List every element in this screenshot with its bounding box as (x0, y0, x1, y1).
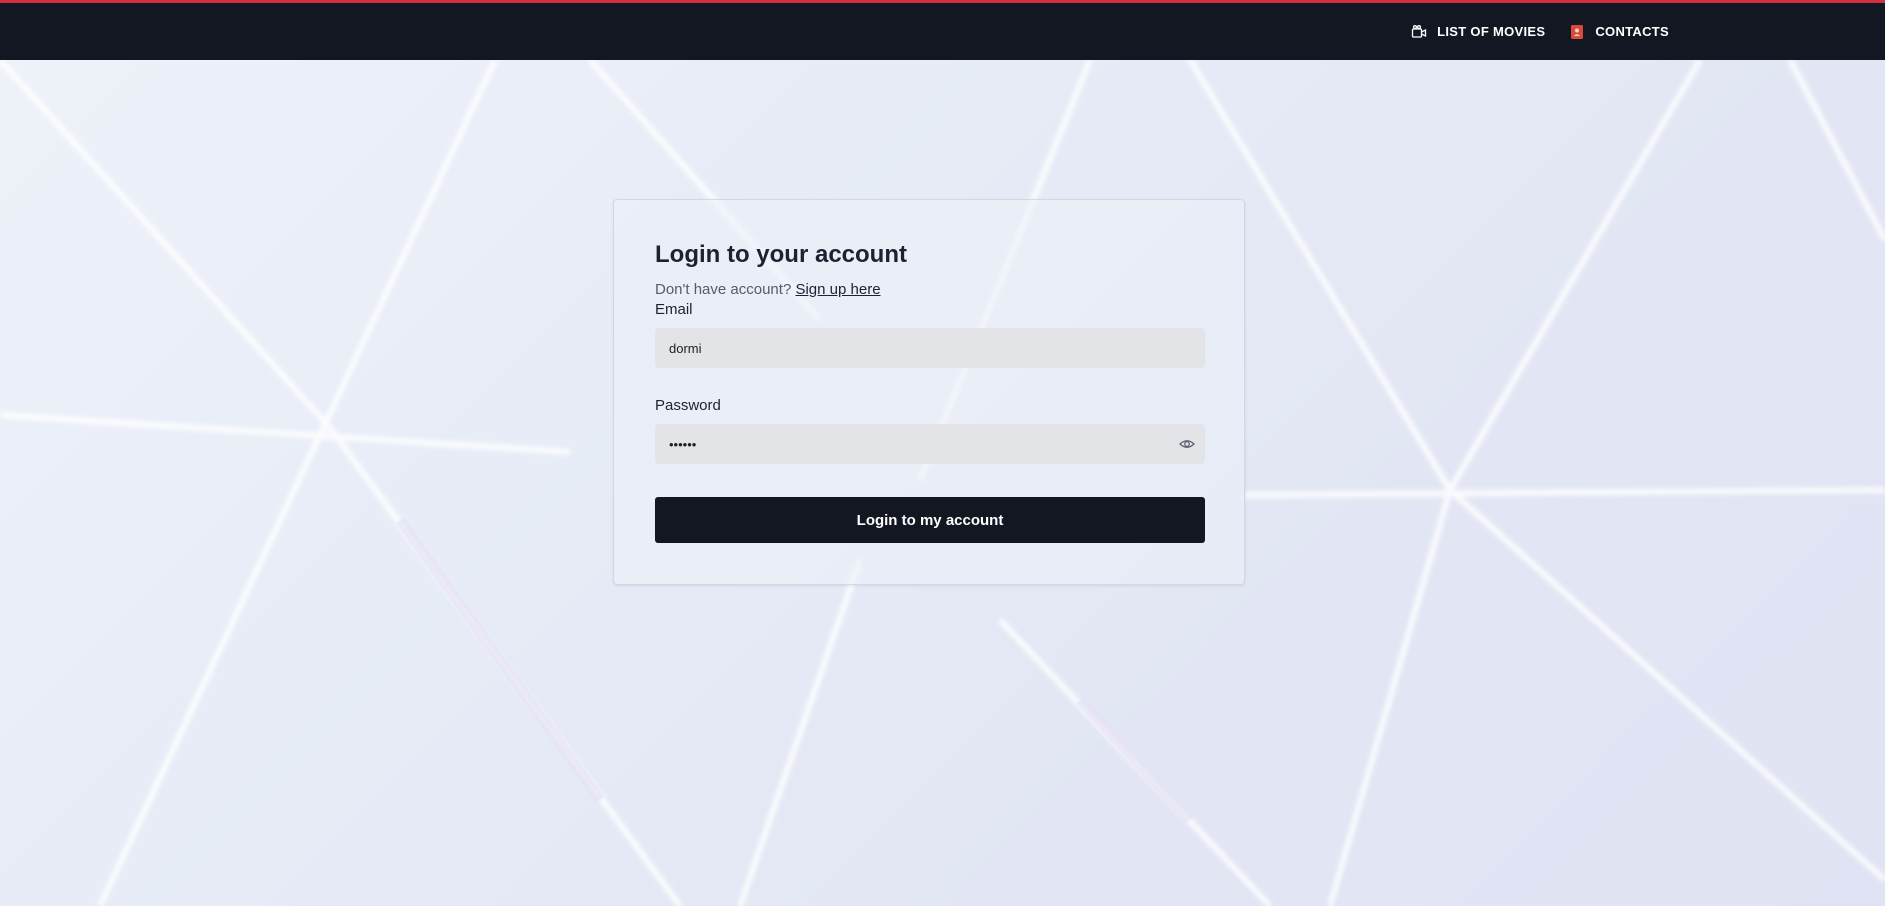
password-field-wrapper (655, 424, 1205, 464)
nav-link-movies[interactable]: LIST OF MOVIES (1411, 24, 1545, 40)
video-camera-icon (1411, 24, 1427, 40)
login-card: Login to your account Don't have account… (613, 199, 1245, 585)
nav-link-contacts-label: CONTACTS (1595, 24, 1669, 39)
contact-book-icon (1569, 24, 1585, 40)
password-field[interactable] (655, 424, 1205, 464)
password-label: Password (655, 397, 721, 414)
email-field[interactable] (655, 328, 1205, 368)
nav-links: LIST OF MOVIES CONTACTS (1411, 3, 1669, 60)
nav-link-movies-label: LIST OF MOVIES (1437, 24, 1546, 39)
email-field-wrapper (655, 328, 1205, 368)
signup-prompt: Don't have account? Sign up here (655, 280, 1203, 300)
signup-link[interactable]: Sign up here (795, 281, 880, 298)
nav-link-contacts[interactable]: CONTACTS (1569, 24, 1669, 40)
email-label: Email (655, 301, 693, 318)
page-title: Login to your account (655, 241, 907, 268)
top-navbar: LIST OF MOVIES CONTACTS (0, 0, 1885, 60)
signup-prompt-text: Don't have account? (655, 281, 792, 298)
eye-icon[interactable] (1179, 436, 1195, 452)
login-button[interactable]: Login to my account (655, 497, 1205, 543)
